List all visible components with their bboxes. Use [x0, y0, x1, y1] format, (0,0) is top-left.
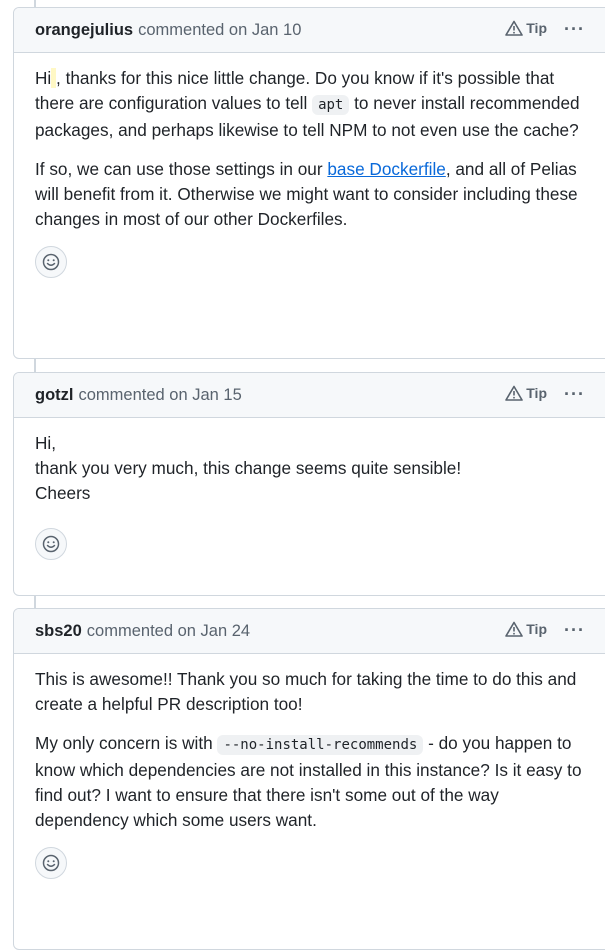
tip-label: Tip: [526, 385, 547, 401]
comment-timestamp[interactable]: commented on Jan 10: [138, 21, 301, 40]
add-reaction-button[interactable]: [35, 847, 67, 879]
author-link[interactable]: sbs20: [35, 622, 82, 641]
kebab-horizontal-icon[interactable]: ···: [564, 384, 585, 405]
smiley-icon: [42, 253, 60, 271]
author-link[interactable]: gotzl: [35, 386, 74, 405]
add-reaction-button[interactable]: [35, 246, 67, 278]
comment-line: Cheers: [35, 483, 91, 503]
base-dockerfile-link[interactable]: base Dockerfile: [327, 159, 445, 179]
alert-triangle-icon: [505, 385, 524, 401]
comment-timestamp[interactable]: commented on Jan 15: [79, 386, 242, 405]
comment-body: This is awesome!! Thank you so much for …: [14, 654, 605, 833]
author-link[interactable]: orangejulius: [35, 21, 133, 40]
comment-body: Hi , thanks for this nice little change.…: [14, 53, 605, 232]
comment-paragraph: If so, we can use those settings in our …: [35, 159, 578, 229]
comment-header: gotzl commented on Jan 15 Tip ···: [14, 373, 605, 418]
comment-header: orangejulius commented on Jan 10 Tip ···: [14, 8, 605, 53]
inline-code: --no-install-recommends: [217, 735, 424, 755]
smiley-icon: [42, 854, 60, 872]
smiley-icon: [42, 535, 60, 553]
comment-body: Hi, thank you very much, this change see…: [14, 418, 605, 506]
comment-paragraph: My only concern is with --no-install-rec…: [35, 733, 582, 830]
comment-sbs20: sbs20 commented on Jan 24 Tip ··· This i…: [13, 608, 605, 950]
comment-header: sbs20 commented on Jan 24 Tip ···: [14, 609, 605, 654]
comment-line: Hi,: [35, 433, 57, 453]
alert-triangle-icon: [505, 621, 524, 637]
tip-label: Tip: [526, 621, 547, 637]
tip-label: Tip: [526, 20, 547, 36]
comment-line: thank you very much, this change seems q…: [35, 458, 462, 478]
tip-button[interactable]: Tip: [505, 20, 547, 36]
add-reaction-button[interactable]: [35, 528, 67, 560]
comment-orangejulius: orangejulius commented on Jan 10 Tip ···…: [13, 7, 605, 359]
tip-button[interactable]: Tip: [505, 385, 547, 401]
kebab-horizontal-icon[interactable]: ···: [564, 19, 585, 40]
comment-paragraph: This is awesome!! Thank you so much for …: [35, 669, 577, 714]
kebab-horizontal-icon[interactable]: ···: [564, 620, 585, 641]
alert-triangle-icon: [505, 20, 524, 36]
comment-timestamp[interactable]: commented on Jan 24: [87, 622, 250, 641]
tip-button[interactable]: Tip: [505, 621, 547, 637]
comment-paragraph: Hi , thanks for this nice little change.…: [35, 68, 580, 140]
comment-gotzl: gotzl commented on Jan 15 Tip ··· Hi, th…: [13, 372, 605, 596]
inline-code: apt: [312, 95, 350, 115]
